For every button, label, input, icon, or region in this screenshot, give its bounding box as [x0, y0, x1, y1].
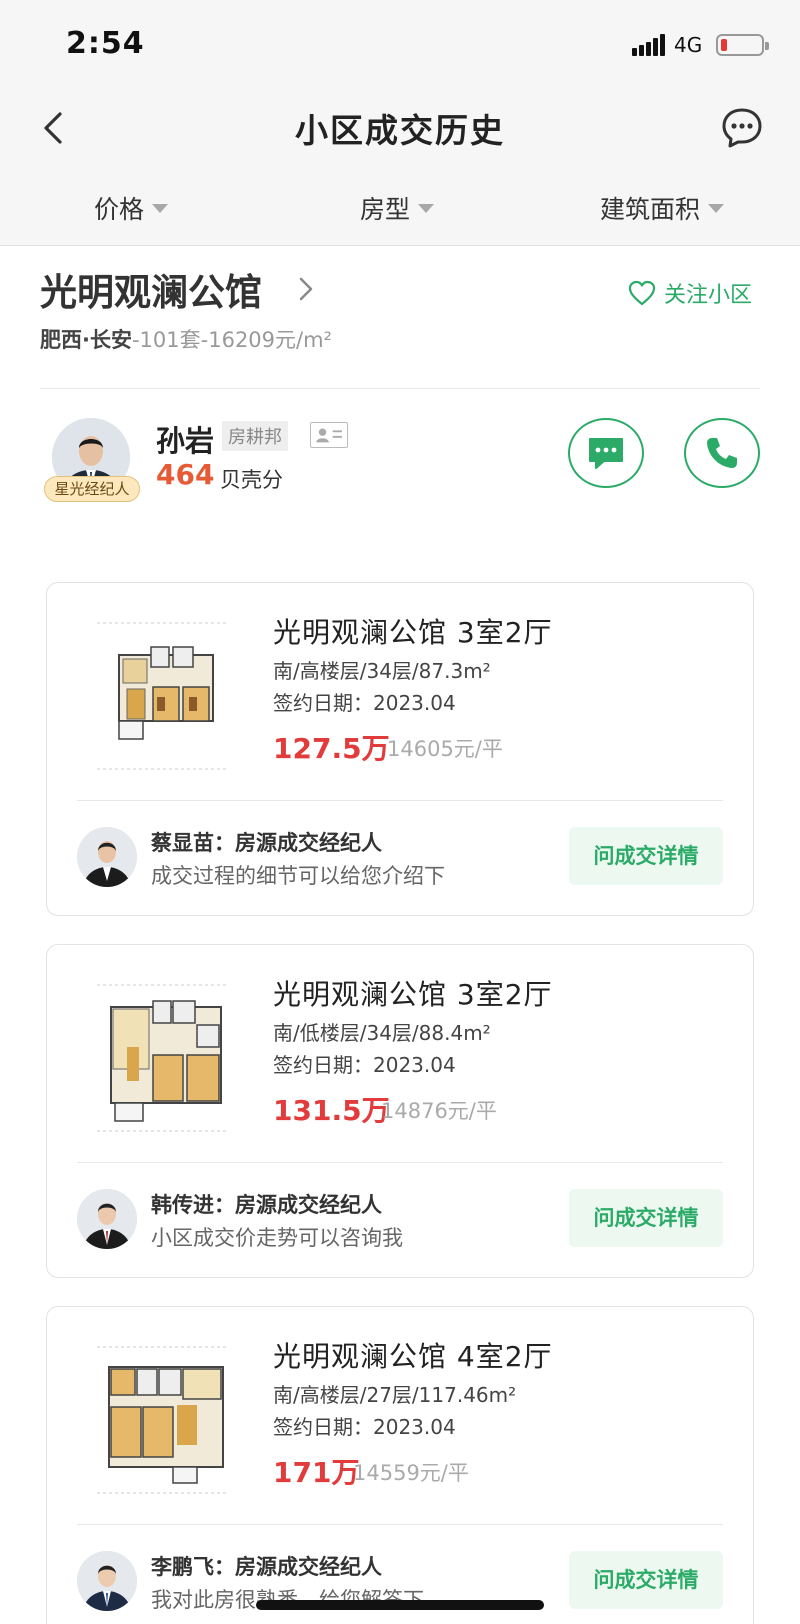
dropdown-arrow-icon	[152, 203, 169, 213]
listing-card[interactable]: 光明观澜公馆 4室2厅 南/高楼层/27层/117.46m² 签约日期：2023…	[46, 1306, 754, 1624]
star-agent-badge: 星光经纪人	[44, 476, 140, 502]
community-location: 肥西·长安	[40, 328, 132, 352]
broker-name: 韩传进：房源成交经纪人	[151, 1193, 382, 1217]
network-label: 4G	[674, 33, 703, 57]
floorplan-image	[93, 981, 233, 1135]
filter-area-label: 建筑面积	[600, 195, 701, 224]
listing-unit-price: 14559元/平	[353, 1461, 469, 1485]
person-avatar-icon	[77, 1189, 137, 1249]
listing-unit-price: 14605元/平	[387, 737, 503, 761]
ask-deal-details-button[interactable]: 问成交详情	[569, 1551, 723, 1609]
filter-price-label: 价格	[94, 195, 145, 224]
listing-title: 光明观澜公馆 3室2厅	[273, 616, 553, 649]
avatar[interactable]	[77, 1551, 137, 1611]
agent-tag: 房耕邦	[222, 421, 288, 451]
filter-layout-label: 房型	[360, 195, 411, 224]
listing-price: 131.5万	[273, 1094, 390, 1127]
chat-bubble-icon[interactable]	[720, 106, 764, 150]
floorplan-image	[93, 1343, 233, 1497]
phone-icon	[707, 438, 737, 468]
agent-name: 孙岩	[156, 424, 215, 458]
divider	[77, 1162, 723, 1163]
listing-date: 签约日期：2023.04	[273, 1415, 456, 1439]
listing-card[interactable]: 光明观澜公馆 3室2厅 南/高楼层/34层/87.3m² 签约日期：2023.0…	[46, 582, 754, 916]
broker-description: 小区成交价走势可以咨询我	[151, 1226, 403, 1250]
agent-score-label: 贝壳分	[220, 468, 283, 492]
agent-score: 464	[156, 458, 215, 491]
listing-price: 127.5万	[273, 732, 390, 765]
ask-deal-details-button[interactable]: 问成交详情	[569, 1189, 723, 1247]
dropdown-arrow-icon	[418, 203, 435, 213]
avatar[interactable]	[77, 1189, 137, 1249]
listing-date: 签约日期：2023.04	[273, 1053, 456, 1077]
follow-community-button[interactable]: 关注小区	[628, 278, 752, 308]
filter-layout[interactable]: 房型	[360, 190, 435, 226]
listing-price: 171万	[273, 1456, 360, 1489]
divider	[40, 388, 760, 389]
community-name[interactable]: 光明观澜公馆	[40, 262, 262, 316]
ask-deal-details-button[interactable]: 问成交详情	[569, 827, 723, 885]
divider	[77, 800, 723, 801]
broker-name: 蔡显苗：房源成交经纪人	[151, 831, 382, 855]
listing-title: 光明观澜公馆 4室2厅	[273, 1340, 553, 1373]
listing-date: 签约日期：2023.04	[273, 691, 456, 715]
divider	[77, 1524, 723, 1525]
filter-price[interactable]: 价格	[94, 190, 169, 226]
listing-unit-price: 14876元/平	[381, 1099, 497, 1123]
community-subtitle: 肥西·长安-101套-16209元/m²	[40, 324, 332, 354]
listing-meta: 南/低楼层/34层/88.4m²	[273, 1021, 491, 1045]
broker-description: 成交过程的细节可以给您介绍下	[151, 864, 445, 888]
follow-label: 关注小区	[664, 283, 753, 308]
listing-card[interactable]: 光明观澜公馆 3室2厅 南/低楼层/34层/88.4m² 签约日期：2023.0…	[46, 944, 754, 1278]
community-stats: -101套-16209元/m²	[131, 328, 332, 352]
person-avatar-icon	[77, 827, 137, 887]
chevron-right-icon[interactable]	[298, 276, 314, 302]
listing-meta: 南/高楼层/27层/117.46m²	[273, 1383, 517, 1407]
signal-icon	[632, 34, 666, 56]
call-agent-button[interactable]	[684, 418, 760, 488]
listing-title: 光明观澜公馆 3室2厅	[273, 978, 553, 1011]
page-title: 小区成交历史	[295, 111, 505, 150]
person-avatar-icon	[77, 1551, 137, 1611]
home-indicator	[256, 1600, 544, 1610]
broker-name: 李鹏飞：房源成交经纪人	[151, 1555, 382, 1579]
id-card-icon[interactable]	[310, 422, 348, 448]
listing-meta: 南/高楼层/34层/87.3m²	[273, 659, 491, 683]
battery-icon	[716, 34, 769, 56]
floorplan-image	[93, 619, 233, 773]
status-time: 2:54	[66, 26, 145, 61]
chat-icon	[589, 438, 623, 469]
heart-icon	[628, 280, 656, 306]
top-bar: 2:54 4G 小区成交历史 价格 房型 建筑面积	[0, 0, 800, 246]
dropdown-arrow-icon	[708, 203, 725, 213]
avatar[interactable]	[77, 827, 137, 887]
filter-area[interactable]: 建筑面积	[600, 190, 725, 226]
message-agent-button[interactable]	[568, 418, 644, 488]
